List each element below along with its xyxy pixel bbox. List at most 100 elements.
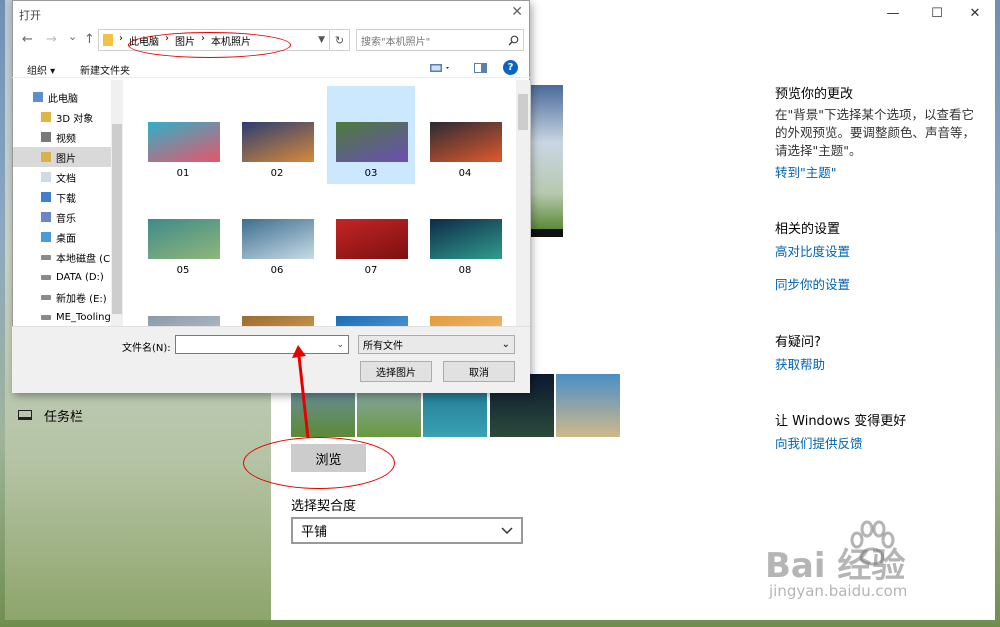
file-item[interactable]: 01 xyxy=(139,86,227,184)
sidebar-item-taskbar[interactable]: 任务栏 xyxy=(18,405,83,425)
pictures-folder-icon xyxy=(41,152,51,162)
file-grid: 01 02 03 04 05 06 07 08 xyxy=(124,80,516,326)
nav-item-label: ME_Tooling xyxy=(56,311,111,323)
view-icon xyxy=(430,64,449,72)
view-options-button[interactable] xyxy=(430,62,452,72)
minimize-button[interactable]: — xyxy=(882,6,904,22)
nav-item[interactable]: 本地磁盘 (C: xyxy=(13,247,111,267)
address-annotation-oval xyxy=(128,32,291,58)
nav-item[interactable]: 3D 对象 xyxy=(13,107,111,127)
forward-button[interactable]: → xyxy=(46,32,57,47)
sidebar-item-label: 任务栏 xyxy=(44,409,84,425)
background-thumbnail[interactable] xyxy=(556,374,620,437)
file-name: 01 xyxy=(176,168,190,179)
nav-item-label: DATA (D:) xyxy=(56,271,104,283)
file-name: 06 xyxy=(270,265,284,276)
dialog-close-button[interactable]: ✕ xyxy=(511,4,523,20)
breadcrumb-sep[interactable]: › xyxy=(119,33,123,48)
chevron-down-icon: ⌄ xyxy=(501,339,510,350)
file-scrollbar-thumb[interactable] xyxy=(518,94,528,130)
file-item[interactable]: 04 xyxy=(421,86,509,184)
new-folder-button[interactable]: 新建文件夹 xyxy=(80,62,130,77)
nav-item-label: 视频 xyxy=(56,133,76,145)
nav-item[interactable]: 文档 xyxy=(13,167,111,187)
file-name: 03 xyxy=(364,168,378,179)
chevron-down-icon[interactable]: ⌄ xyxy=(336,340,344,350)
nav-item[interactable]: DATA (D:) xyxy=(13,267,111,287)
file-item[interactable]: 06 xyxy=(233,183,321,281)
watermark-text: Bai 经验 xyxy=(765,546,906,586)
organize-menu[interactable]: 组织 ▾ xyxy=(27,62,55,77)
drive-icon xyxy=(41,294,51,300)
file-item[interactable] xyxy=(233,280,321,326)
watermark-url: jingyan.baidu.com xyxy=(769,582,908,600)
file-item[interactable] xyxy=(139,280,227,326)
chevron-down-icon xyxy=(501,526,513,534)
search-input[interactable]: 搜索"本机照片" xyxy=(356,29,524,51)
file-name: 08 xyxy=(458,265,472,276)
filename-input[interactable]: ⌄ xyxy=(175,335,349,354)
maximize-button[interactable]: ☐ xyxy=(926,6,948,22)
taskbar-icon xyxy=(18,410,32,420)
file-item[interactable]: 05 xyxy=(139,183,227,281)
chevron-down-icon[interactable]: ▼ xyxy=(318,35,325,45)
music-folder-icon xyxy=(41,212,51,222)
nav-item[interactable]: 图片 xyxy=(13,147,111,167)
nav-item-label: 桌面 xyxy=(56,233,76,245)
file-item[interactable] xyxy=(327,280,415,326)
help-icon[interactable]: ? xyxy=(503,60,518,75)
nav-item[interactable]: 音乐 xyxy=(13,207,111,227)
browse-annotation-oval xyxy=(243,437,395,489)
related-settings-title: 相关的设置 xyxy=(775,222,841,237)
filetype-value: 所有文件 xyxy=(363,341,403,352)
refresh-button[interactable]: ↻ xyxy=(330,29,350,51)
nav-item[interactable]: 视频 xyxy=(13,127,111,147)
filetype-select[interactable]: 所有文件 ⌄ xyxy=(358,335,515,354)
file-thumbnail xyxy=(242,316,314,326)
recent-locations-button[interactable]: ⌄ xyxy=(68,30,77,43)
search-placeholder: 搜索"本机照片" xyxy=(361,36,431,48)
nav-item[interactable]: 此电脑 xyxy=(13,87,111,107)
improve-windows-title: 让 Windows 变得更好 xyxy=(775,414,907,429)
drive-icon xyxy=(41,314,51,320)
folder-3d-icon xyxy=(41,112,51,122)
desktop-folder-icon xyxy=(41,232,51,242)
nav-item[interactable]: ME_Tooling xyxy=(13,307,111,326)
preview-pane-button[interactable] xyxy=(474,62,487,73)
file-item[interactable]: 07 xyxy=(327,183,415,281)
annotation-arrow-icon xyxy=(292,345,310,439)
file-name: 02 xyxy=(270,168,284,179)
file-item[interactable]: 03 xyxy=(327,86,415,184)
nav-item-label: 音乐 xyxy=(56,213,76,225)
nav-item[interactable]: 下载 xyxy=(13,187,111,207)
nav-item-label: 图片 xyxy=(56,153,76,165)
file-name: 05 xyxy=(176,265,190,276)
file-item[interactable] xyxy=(421,280,509,326)
folder-icon xyxy=(103,34,113,46)
back-button[interactable]: ← xyxy=(22,32,33,47)
nav-item[interactable]: 桌面 xyxy=(13,227,111,247)
cancel-button[interactable]: 取消 xyxy=(443,361,515,382)
up-button[interactable]: ↑ xyxy=(84,32,95,47)
get-help-link[interactable]: 获取帮助 xyxy=(775,354,825,373)
high-contrast-link[interactable]: 高对比度设置 xyxy=(775,241,850,260)
close-window-button[interactable]: ✕ xyxy=(964,6,986,22)
file-thumbnail xyxy=(242,122,314,162)
nav-scrollbar-thumb[interactable] xyxy=(112,124,122,314)
feedback-link[interactable]: 向我们提供反馈 xyxy=(775,433,863,452)
sync-settings-link[interactable]: 同步你的设置 xyxy=(775,274,850,293)
fit-dropdown[interactable]: 平铺 xyxy=(291,517,523,544)
file-item[interactable]: 02 xyxy=(233,86,321,184)
drive-icon xyxy=(41,254,51,260)
file-thumbnail xyxy=(148,122,220,162)
file-thumbnail xyxy=(430,219,502,259)
nav-item-label: 新加卷 (E:) xyxy=(56,293,107,305)
go-to-themes-link[interactable]: 转到"主题" xyxy=(775,162,837,181)
file-item[interactable]: 08 xyxy=(421,183,509,281)
download-folder-icon xyxy=(41,192,51,202)
file-name: 07 xyxy=(364,265,378,276)
watermark: Bai 经验 jingyan.baidu.com xyxy=(765,520,1000,610)
choose-picture-button[interactable]: 选择图片 xyxy=(360,361,432,382)
nav-item[interactable]: 新加卷 (E:) xyxy=(13,287,111,307)
preview-title: 预览你的更改 xyxy=(775,87,854,102)
